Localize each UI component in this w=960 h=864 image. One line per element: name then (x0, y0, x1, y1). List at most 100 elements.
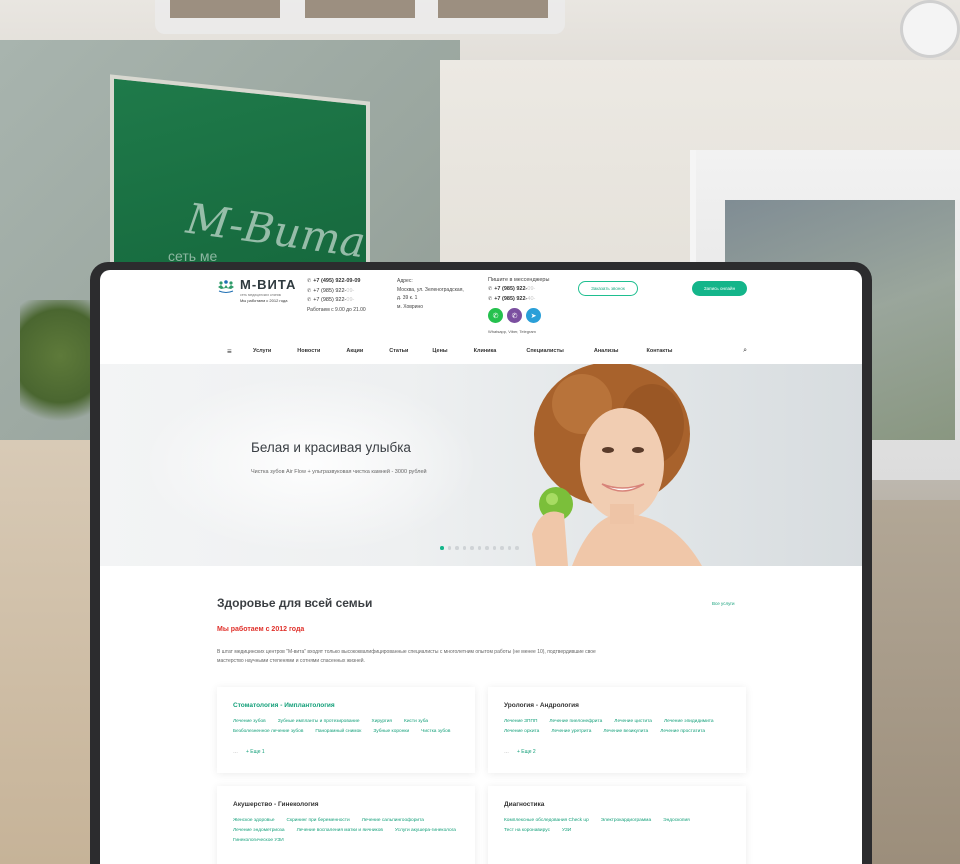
service-link[interactable]: Женское здоровье (233, 816, 275, 825)
thumbnail (438, 0, 548, 18)
nav-item-services[interactable]: Услуги (253, 348, 271, 354)
since-highlight: Мы работаем с 2012 года (217, 626, 305, 633)
card-links: Женское здоровье Скрининг при беременност… (233, 816, 459, 845)
service-link[interactable]: Лечение цистита (614, 717, 652, 726)
phone-icon: ✆ (307, 287, 312, 294)
slider-dot[interactable] (470, 546, 474, 550)
thumbnail (305, 0, 415, 18)
service-link[interactable]: Лечение зубов (233, 717, 266, 726)
address-line-1: Москва, ул. Зеленоградская, (397, 286, 464, 293)
hero-subtitle: Чистка зубов Air Flow + ультразвуковая ч… (251, 469, 427, 475)
card-links: Комплексные обследования Check up Электро… (504, 816, 730, 835)
hero-title: Белая и красивая улыбка (251, 440, 411, 455)
card-title[interactable]: Диагностика (504, 801, 544, 808)
messenger-phone-1[interactable]: ✆ +7 (985) 922-09- (488, 285, 568, 295)
service-link[interactable]: Безболезненное лечение зубов (233, 727, 303, 736)
slider-dot[interactable] (515, 546, 519, 550)
slider-dot[interactable] (440, 546, 444, 550)
telegram-icon[interactable]: ➤ (526, 308, 541, 323)
slider-dot[interactable] (485, 546, 489, 550)
phone-icon: ✆ (488, 286, 493, 292)
phone-block: ✆ +7 (495) 922-09-09 ✆ +7 (985) 922-09- ✆ +… (307, 277, 387, 313)
service-link[interactable]: Скрининг при беременности (287, 816, 350, 825)
service-card-dentistry[interactable]: Стоматология - Имплантология Лечение зуб… (217, 687, 475, 773)
card-more-link[interactable]: … + Еще 2 (504, 749, 536, 755)
nav-item-promotions[interactable]: Акции (346, 348, 363, 354)
service-link[interactable]: Лечение везикулита (603, 727, 648, 736)
service-link[interactable]: Гинекологическое УЗИ (233, 836, 284, 845)
service-link[interactable]: Лечение воспаления матки и яичников (297, 826, 383, 835)
hero-slider: Белая и красивая улыбка Чистка зубов Air… (100, 364, 862, 566)
service-link[interactable]: Лечение простатита (660, 727, 705, 736)
messenger-phone-2[interactable]: ✆ +7 (985) 922-40- (488, 295, 568, 305)
slider-dot[interactable] (507, 546, 511, 550)
service-link[interactable]: Лечение сальпингоофорита (362, 816, 424, 825)
service-link[interactable]: Чистка зубов (421, 727, 450, 736)
card-title[interactable]: Урология - Андрология (504, 702, 579, 709)
slider-dot[interactable] (492, 546, 496, 550)
service-card-gynecology[interactable]: Акушерство - Гинекология Женское здоровь… (217, 786, 475, 864)
slider-dot[interactable] (447, 546, 451, 550)
phone-2[interactable]: ✆ +7 (985) 922-09- (307, 287, 387, 297)
service-link[interactable]: Комплексные обследования Check up (504, 816, 589, 825)
nav-item-articles[interactable]: Статьи (389, 348, 408, 354)
slider-dot[interactable] (500, 546, 504, 550)
service-link[interactable]: Эндоскопия (663, 816, 690, 825)
service-link[interactable]: Зубные импланты и протезирование (278, 717, 360, 726)
card-title[interactable]: Стоматология - Имплантология (233, 702, 335, 709)
nav-item-prices[interactable]: Цены (432, 348, 447, 354)
address-label: Адрес: (397, 278, 413, 284)
service-card-urology[interactable]: Урология - Андрология Лечение ЗППП Лечени… (488, 687, 746, 773)
menu-icon[interactable]: ≡ (227, 347, 237, 356)
address-line-2: д. 39 к. 1 (397, 295, 418, 301)
slider-dots (440, 546, 519, 550)
nav-item-contacts[interactable]: Контакты (647, 348, 673, 354)
phone-icon: ✆ (488, 295, 493, 302)
ellipsis-icon: … (504, 749, 509, 755)
logo[interactable]: М-ВИТА сеть медицинских клиник Мы работа… (217, 277, 307, 303)
service-link[interactable]: Лечение уретрита (551, 727, 591, 736)
address-block: Адрес: Москва, ул. Зеленоградская, д. 39… (397, 277, 477, 311)
working-hours: Работаем с 9.00 до 21.00 (307, 306, 366, 313)
section-description: В штат медицинских центров "М-вита" вход… (217, 649, 596, 664)
service-link[interactable]: Зубные коронки (373, 727, 409, 736)
service-link[interactable]: Тест на коронавирус (504, 826, 550, 835)
order-call-button[interactable]: Заказать звонок (578, 281, 638, 296)
service-card-diagnostics[interactable]: Диагностика Комплексные обследования Che… (488, 786, 746, 864)
service-link[interactable]: Панорамный снимок (315, 727, 361, 736)
slider-dot[interactable] (455, 546, 459, 550)
nav-item-news[interactable]: Новости (297, 348, 320, 354)
plant (20, 300, 100, 440)
service-link[interactable]: Лечение пиелонефрита (549, 717, 602, 726)
service-link[interactable]: Услуги акушера-гинеколога (395, 826, 456, 835)
logo-tagline: сеть медицинских клиник (240, 293, 282, 297)
service-link[interactable]: Лечение эндометриоза (233, 826, 285, 835)
nav-item-clinic[interactable]: Клиника (474, 348, 497, 354)
nav-item-analyses[interactable]: Анализы (594, 348, 619, 354)
slider-dot[interactable] (477, 546, 481, 550)
service-link[interactable]: Кисти зуба (404, 717, 428, 726)
service-link[interactable]: Хирургия (372, 717, 393, 726)
service-link[interactable]: Электрокардиограмма (601, 816, 651, 825)
nav-item-specialists[interactable]: Специалисты (526, 348, 564, 354)
all-services-link[interactable]: Все услуги (712, 601, 735, 606)
phone-3[interactable]: ✆ +7 (985) 922-09- (307, 296, 387, 306)
slider-dot[interactable] (462, 546, 466, 550)
card-title[interactable]: Акушерство - Гинекология (233, 801, 319, 808)
search-icon[interactable]: ⌕ (743, 347, 747, 355)
logo-name: М-ВИТА (240, 277, 297, 292)
card-more-link[interactable]: … + Еще 1 (233, 749, 265, 755)
messenger-block: Пишите в мессенджеры ✆ +7 (985) 922-09- ✆… (488, 277, 568, 334)
online-booking-button[interactable]: Запись онлайн (692, 281, 747, 296)
service-link[interactable]: УЗИ (562, 826, 571, 835)
service-link[interactable]: Лечение орхита (504, 727, 539, 736)
viber-icon[interactable]: ✆ (507, 308, 522, 323)
hero-background (140, 374, 480, 554)
whatsapp-icon[interactable]: ✆ (488, 308, 503, 323)
service-link[interactable]: Лечение эпидидимита (664, 717, 714, 726)
wall-clock (900, 0, 960, 58)
logo-since: Мы работаем с 2012 года (240, 298, 288, 303)
card-links: Лечение ЗППП Лечение пиелонефрита Лечение … (504, 717, 730, 736)
phone-1[interactable]: ✆ +7 (495) 922-09-09 (307, 277, 387, 287)
service-link[interactable]: Лечение ЗППП (504, 717, 537, 726)
